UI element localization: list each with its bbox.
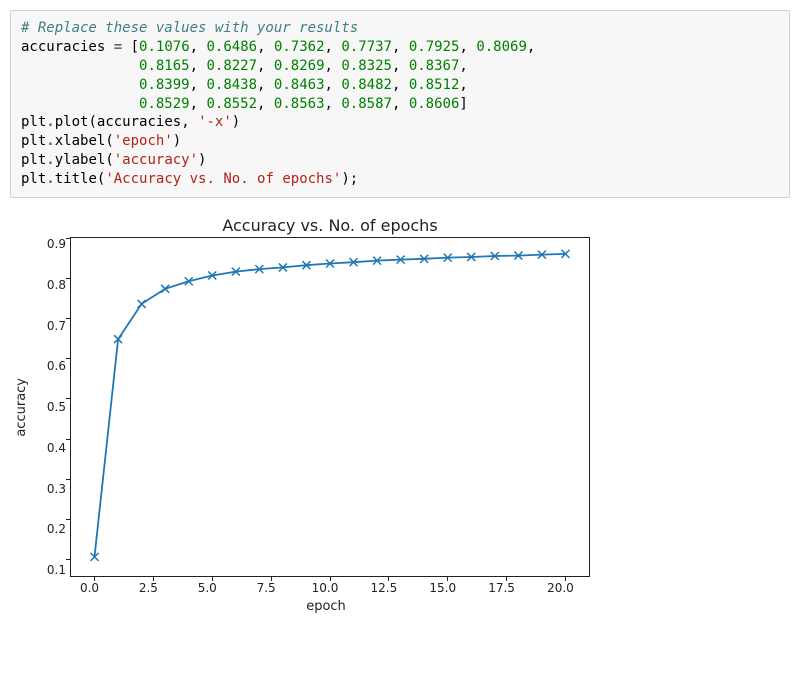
ytick: 0.9 [32, 237, 66, 251]
code-cell: # Replace these values with your results… [10, 10, 790, 198]
ytick: 0.2 [32, 522, 66, 536]
x-axis-label: epoch [66, 599, 586, 614]
code-comment: # Replace these values with your results [21, 20, 358, 36]
xtick: 17.5 [488, 581, 516, 595]
xtick: 15.0 [429, 581, 457, 595]
xtick: 10.0 [311, 581, 339, 595]
y-axis-label: accuracy [10, 378, 32, 437]
y-axis-ticks: 0.9 0.8 0.7 0.6 0.5 0.4 0.3 0.2 0.1 [32, 237, 70, 577]
ytick: 0.7 [32, 319, 66, 333]
xtick: 5.0 [193, 581, 221, 595]
xtick: 12.5 [370, 581, 398, 595]
code-var: accuracies [21, 39, 105, 55]
ytick: 0.5 [32, 400, 66, 414]
chart-output: Accuracy vs. No. of epochs accuracy 0.9 … [10, 216, 610, 614]
xtick: 7.5 [252, 581, 280, 595]
xtick: 20.0 [546, 581, 574, 595]
xtick: 2.5 [134, 581, 162, 595]
ytick: 0.1 [32, 563, 66, 577]
plot-axes [70, 237, 590, 577]
x-axis-ticks: 0.0 2.5 5.0 7.5 10.0 12.5 15.0 17.5 20.0 [66, 577, 590, 595]
line-plot [71, 238, 589, 576]
ytick: 0.6 [32, 359, 66, 373]
xtick: 0.0 [76, 581, 104, 595]
chart-title: Accuracy vs. No. of epochs [70, 216, 590, 235]
ytick: 0.4 [32, 441, 66, 455]
ytick: 0.3 [32, 482, 66, 496]
ytick: 0.8 [32, 278, 66, 292]
